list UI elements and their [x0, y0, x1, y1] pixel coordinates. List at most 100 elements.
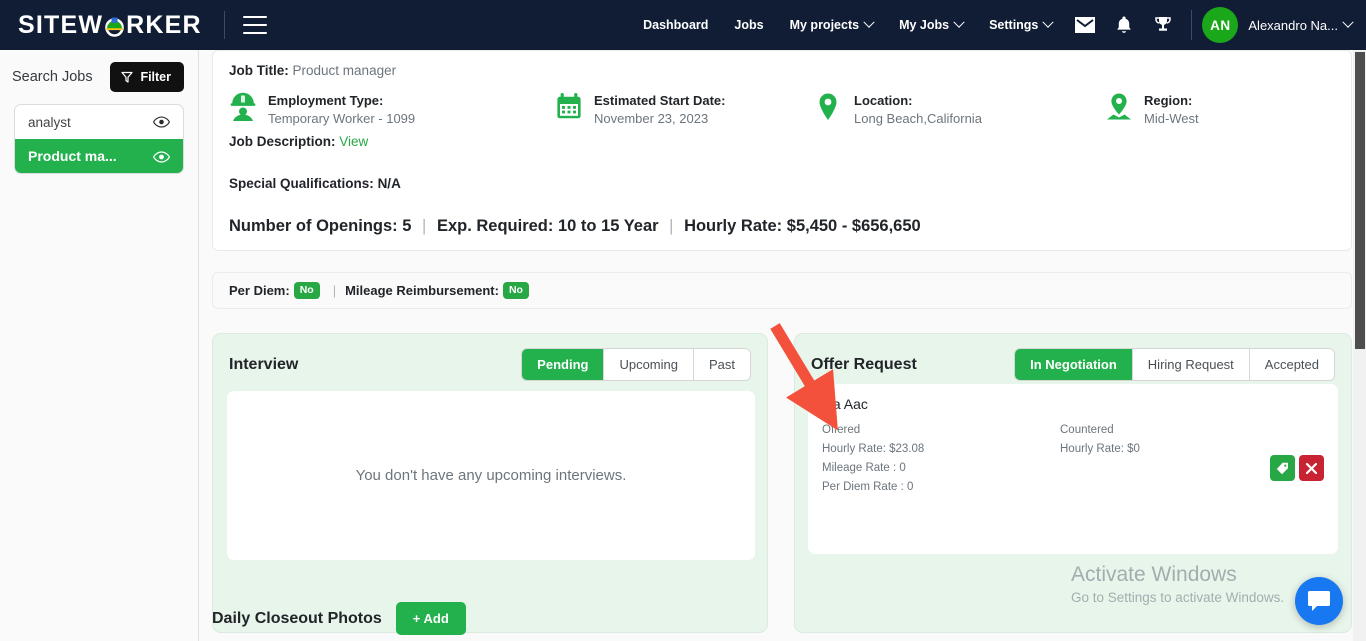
tab-in-negotiation[interactable]: In Negotiation [1015, 349, 1133, 380]
nav-link-dashboard[interactable]: Dashboard [630, 18, 721, 32]
filter-button-label: Filter [140, 70, 171, 84]
experience-label: Exp. Required: [436, 217, 554, 235]
job-description-view-link[interactable]: View [339, 134, 368, 149]
special-qualifications-value: N/A [377, 176, 401, 191]
job-description-row: Job Description: View [229, 134, 1335, 149]
countered-column: Countered Hourly Rate: $0 [1060, 421, 1298, 497]
offer-card: Qa Aac Offered Hourly Rate: $23.08 Milea… [808, 384, 1338, 554]
hardhat-worker-icon [229, 92, 257, 122]
tab-upcoming[interactable]: Upcoming [604, 349, 694, 380]
employment-type-label: Employment Type: [268, 93, 384, 108]
start-date-cell: Estimated Start Date: November 23, 2023 [555, 92, 815, 128]
job-summary-row: Number of Openings: 5 | Exp. Required: 1… [229, 217, 1335, 236]
region-map-pin-icon [1105, 92, 1133, 122]
user-menu[interactable]: Alexandro Na... [1248, 16, 1354, 33]
job-list-item-label: analyst [28, 114, 71, 130]
chat-icon [1308, 591, 1330, 611]
countered-hourly-rate: Hourly Rate: $0 [1060, 443, 1140, 455]
job-list-item-product-manager[interactable]: Product ma... [15, 139, 183, 173]
interview-empty-state: You don't have any upcoming interviews. [227, 391, 755, 560]
brand-logo[interactable]: SITEW RKER [18, 11, 202, 40]
chevron-down-icon [1342, 16, 1354, 28]
openings-value: 5 [402, 217, 412, 235]
daily-closeout-title: Daily Closeout Photos [212, 609, 382, 627]
tab-past[interactable]: Past [693, 349, 750, 380]
per-diem-card: Per Diem: No | Mileage Reimbursement: No [212, 272, 1352, 309]
filter-button[interactable]: Filter [110, 62, 184, 92]
offered-mileage-rate: Mileage Rate : 0 [822, 462, 906, 474]
per-diem-badge: No [293, 282, 320, 299]
nav-label: Settings [989, 18, 1039, 32]
job-list-item-label: Product ma... [28, 148, 117, 164]
avatar[interactable]: AN [1202, 7, 1239, 43]
experience-value: 10 to 15 Year [557, 217, 659, 235]
nav-label: My projects [789, 18, 860, 32]
mileage-badge: No [502, 282, 529, 299]
tab-pending[interactable]: Pending [522, 349, 605, 380]
nav-link-jobs[interactable]: Jobs [721, 18, 776, 32]
tag-icon-button[interactable] [1270, 455, 1295, 481]
main-content: Job Title: Product manager Employment Ty… [199, 50, 1366, 641]
eye-icon[interactable] [153, 116, 170, 128]
location-cell: Location: Long Beach,California [815, 92, 1105, 128]
job-list-item-analyst[interactable]: analyst [15, 105, 183, 139]
mail-icon[interactable] [1065, 17, 1105, 33]
hamburger-menu-icon[interactable] [242, 16, 267, 34]
bell-icon[interactable] [1105, 15, 1143, 35]
navbar-separator [1191, 10, 1193, 40]
offered-heading: Offered [822, 424, 861, 436]
filter-icon [121, 71, 134, 83]
offer-tabs: In Negotiation Hiring Request Accepted [1014, 348, 1335, 381]
offered-hourly-rate: Hourly Rate: $23.08 [822, 443, 925, 455]
daily-closeout-photos-section: Daily Closeout Photos + Add [212, 602, 466, 635]
start-date-value: November 23, 2023 [594, 111, 709, 126]
offered-column: Offered Hourly Rate: $23.08 Mileage Rate… [822, 421, 1060, 497]
offered-per-diem-rate: Per Diem Rate : 0 [822, 481, 914, 493]
location-pin-icon [815, 92, 843, 122]
chevron-down-icon [953, 16, 965, 28]
job-search-results-list: analyst Product ma... [14, 104, 184, 174]
add-photo-button[interactable]: + Add [395, 602, 466, 635]
user-name-label: Alexandro Na... [1248, 17, 1338, 33]
interview-panel-header: Interview Pending Upcoming Past [213, 334, 767, 381]
sidebar-header: Search Jobs Filter [0, 50, 198, 92]
interview-panel: Interview Pending Upcoming Past You don'… [212, 333, 768, 633]
special-qualifications-row: Special Qualifications: N/A [229, 176, 1335, 191]
location-label: Location: [854, 93, 913, 108]
offer-panel-header: Offer Request In Negotiation Hiring Requ… [795, 334, 1351, 381]
summary-separator: | [669, 217, 674, 235]
trophy-icon[interactable] [1143, 15, 1183, 35]
close-icon [1306, 462, 1317, 474]
sidebar-title: Search Jobs [12, 69, 93, 85]
hourly-rate-value: $5,450 - $656,650 [786, 217, 921, 235]
close-icon-button[interactable] [1299, 455, 1324, 481]
per-diem-label: Per Diem: [229, 283, 290, 298]
interview-title: Interview [229, 355, 299, 373]
chat-bubble-button[interactable] [1295, 577, 1343, 625]
job-title-label: Job Title: [229, 63, 289, 78]
special-qualifications-label: Special Qualifications: [229, 176, 374, 191]
nav-link-my-jobs[interactable]: My Jobs [886, 16, 976, 32]
nav-link-my-projects[interactable]: My projects [777, 16, 886, 32]
region-value: Mid-West [1144, 111, 1199, 126]
chevron-down-icon [863, 16, 875, 28]
job-description-label: Job Description: [229, 134, 336, 149]
nav-link-settings[interactable]: Settings [976, 16, 1065, 32]
avatar-initials: AN [1210, 17, 1231, 33]
interview-empty-message: You don't have any upcoming interviews. [355, 467, 627, 484]
mileage-label: Mileage Reimbursement: [345, 283, 499, 298]
start-date-label: Estimated Start Date: [594, 93, 726, 108]
navbar-right-group: Dashboard Jobs My projects My Jobs Setti… [630, 0, 1366, 50]
brand-text-part2: RKER [126, 10, 202, 39]
job-detail-card: Job Title: Product manager Employment Ty… [212, 50, 1352, 251]
nav-label: Dashboard [643, 18, 709, 32]
job-title-value: Product manager [292, 63, 397, 78]
tab-hiring-request[interactable]: Hiring Request [1132, 349, 1250, 380]
offer-request-panel: Offer Request In Negotiation Hiring Requ… [794, 333, 1352, 633]
tab-accepted[interactable]: Accepted [1249, 349, 1334, 380]
eye-icon[interactable] [152, 150, 171, 163]
vertical-scrollbar-thumb[interactable] [1355, 52, 1365, 349]
chevron-down-icon [1042, 16, 1055, 28]
nav-label: Jobs [734, 18, 764, 32]
top-navbar: SITEW RKER Dashboard Jobs My projects My … [0, 0, 1366, 50]
